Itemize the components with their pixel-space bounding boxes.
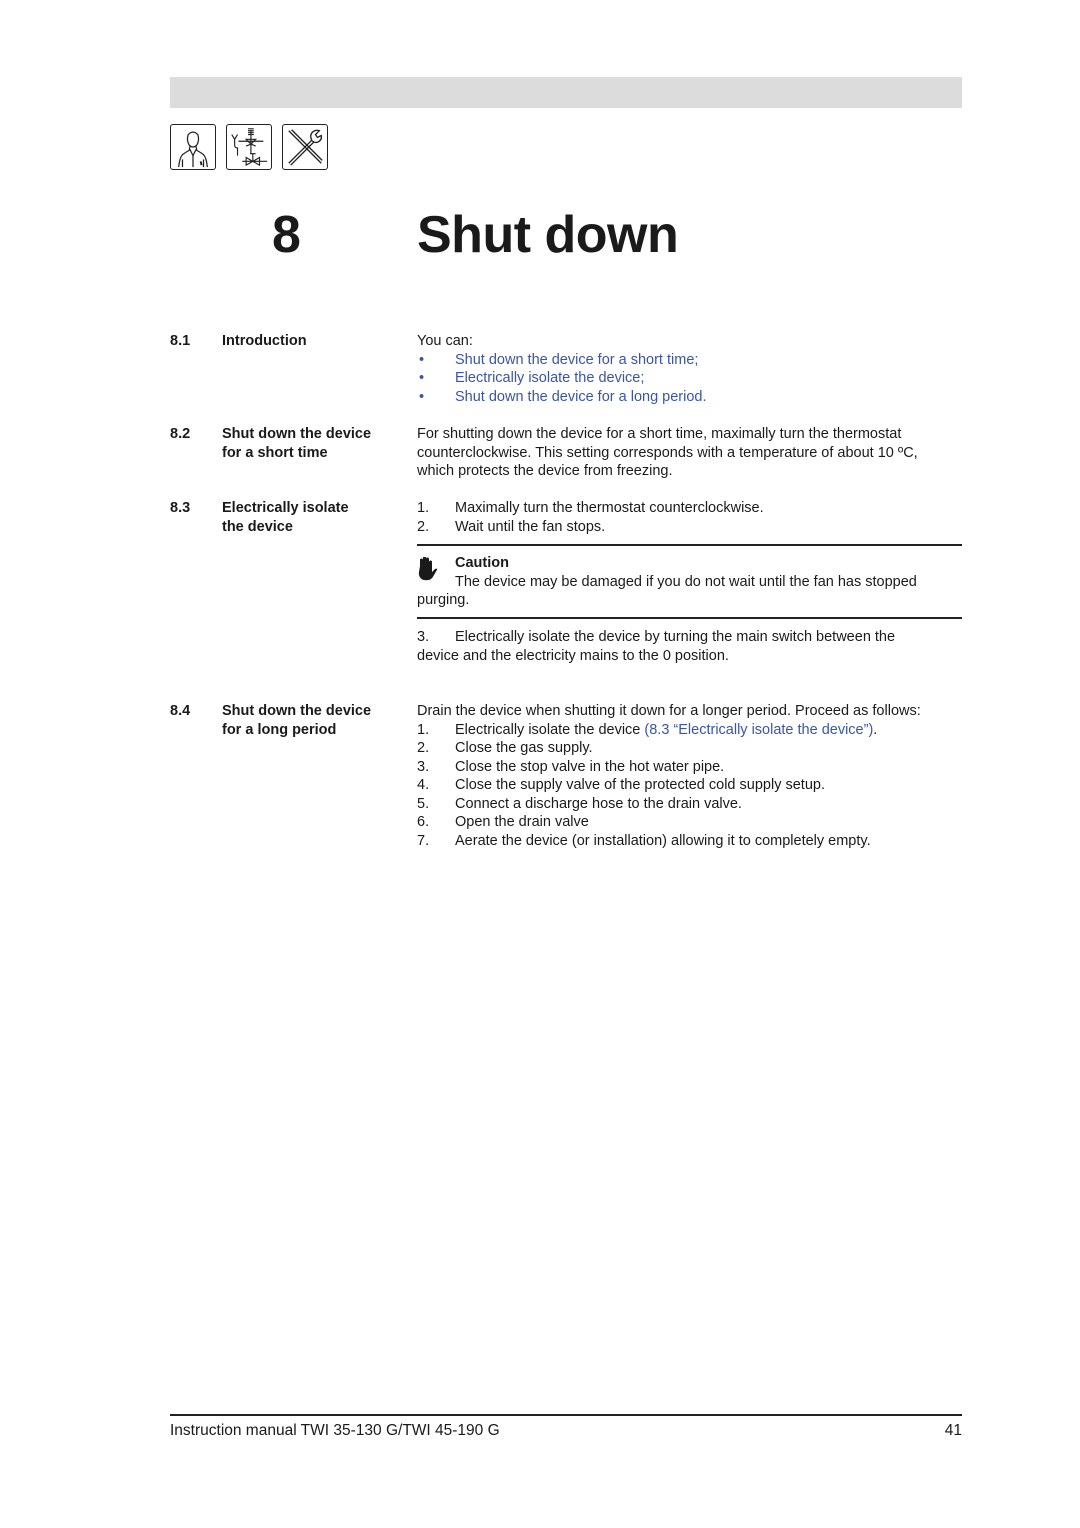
caution-divider-top [417,544,962,546]
step-number: 7. [417,832,430,849]
step-text: Wait until the fan stops. [455,518,606,535]
header-bar [170,77,962,108]
step-text: device and the electricity mains to the … [417,647,729,664]
section-title: Shut down the device for a short time [222,425,402,462]
long-period-body: Drain the device when shutting it down f… [417,702,977,850]
paragraph-line: For shutting down the device for a short… [417,426,902,442]
page-number: 41 [944,1422,962,1439]
step-text: Close the supply valve of the protected … [455,777,825,793]
caution-divider-bottom [417,617,962,619]
link-electrically-isolate[interactable]: Electrically isolate the device; [455,370,644,386]
step-text: Close the stop valve in the hot water pi… [455,758,725,775]
long-period-lead: Drain the device when shutting it down f… [417,703,921,719]
section-title-line: Shut down the device [222,703,372,719]
short-time-body: For shutting down the device for a short… [417,425,962,481]
bullet-icon: • [419,388,425,405]
step-text: Close the gas supply. [455,740,593,756]
section-title-line: Introduction [222,333,307,349]
user-icon [170,124,216,170]
section-title: Introduction [222,332,402,351]
paragraph-line: counterclockwise. This setting correspon… [417,444,918,461]
step-number: 3. [417,629,430,645]
footer-manual-title: Instruction manual TWI 35-130 G/TWI 45-1… [170,1422,500,1439]
step-text: Connect a discharge hose to the drain va… [455,795,742,812]
list-item: 2. Wait until the fan stops. [417,518,962,537]
step-number: 6. [417,814,430,830]
step-number: 5. [417,795,430,812]
caution-text: purging. [417,592,470,608]
list-item: 4. Close the supply valve of the protect… [417,776,977,795]
section-number: 8.3 [170,500,191,516]
step-number: 1. [417,500,430,516]
list-item: 3. Electrically isolate the device by tu… [417,628,962,647]
step-number: 4. [417,777,430,793]
list-item: 2. Close the gas supply. [417,739,977,758]
valve-schematic-icon [226,124,272,170]
step-text-end: . [873,721,878,738]
step-number: 1. [417,721,430,738]
list-item: 1. Electrically isolate the device (8.3 … [417,721,977,740]
isolate-steps: 1. Maximally turn the thermostat counter… [417,499,962,536]
step-text: Aerate the device (or installation) allo… [455,832,871,849]
footer-divider [170,1414,962,1416]
chapter-number: 8 [272,206,301,264]
step-number: 2. [417,518,430,535]
tools-icon [282,124,328,170]
paragraph-line: which protects the device from freezing. [417,463,673,479]
link-long-period[interactable]: Shut down the device for a long period. [455,389,707,405]
link-short-time[interactable]: Shut down the device for a short time; [455,352,698,368]
bullet-icon: • [419,370,425,386]
bullet-icon: • [419,351,425,368]
intro-body: You can: • Shut down the device for a sh… [417,332,962,406]
isolate-step-3: 3. Electrically isolate the device by tu… [417,628,962,665]
step-text: Electrically isolate the device [455,721,645,738]
caution-box: Caution The device may be damaged if you… [417,554,962,610]
step-text: Open the drain valve [455,814,589,830]
intro-link-item: • Shut down the device for a short time; [417,351,962,370]
section-title: Electrically isolate the device [222,499,402,536]
section-number: 8.1 [170,333,191,349]
section-title-line: for a long period [222,721,337,738]
chapter-title: Shut down [417,206,679,264]
section-title-line: the device [222,518,293,535]
section-title-line: for a short time [222,444,328,461]
cross-reference-link[interactable]: (8.3 “Electrically isolate the device”) [644,722,873,738]
section-title: Shut down the device for a long period [222,702,402,739]
section-number: 8.2 [170,426,191,442]
section-title-line: Shut down the device [222,426,372,442]
section-title-line: Electrically isolate [222,500,349,516]
list-item: 5. Connect a discharge hose to the drain… [417,795,977,814]
step-number: 2. [417,740,430,756]
section-number: 8.4 [170,703,191,719]
audience-icons [170,124,328,170]
intro-lead: You can: [417,333,473,349]
step-text: Maximally turn the thermostat counterclo… [455,500,764,516]
caution-text: The device may be damaged if you do not … [455,573,917,590]
step-text: Electrically isolate the device by turni… [455,629,896,645]
caution-title: Caution [455,555,509,571]
list-item: 3. Close the stop valve in the hot water… [417,758,977,777]
intro-link-item: • Shut down the device for a long period… [417,388,962,407]
list-item: 6. Open the drain valve [417,813,977,832]
step-number: 3. [417,758,430,775]
list-item: 1. Maximally turn the thermostat counter… [417,499,962,518]
list-item: 7. Aerate the device (or installation) a… [417,832,977,851]
intro-link-item: • Electrically isolate the device; [417,369,962,388]
